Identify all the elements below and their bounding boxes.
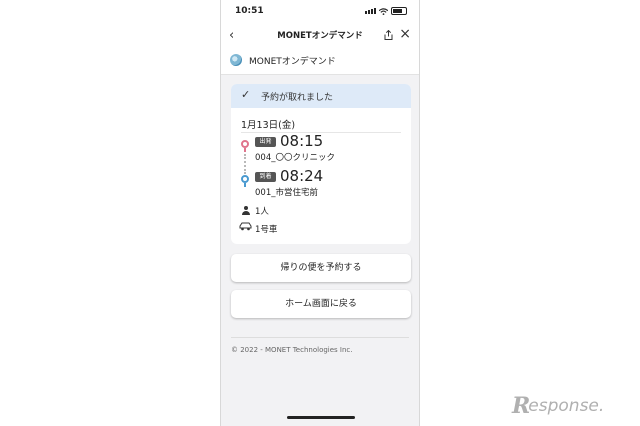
arrival-stop: 001_市営住宅前 [255, 188, 318, 198]
home-indicator[interactable] [287, 416, 355, 419]
close-icon[interactable]: × [399, 26, 411, 42]
status-bar: 10:51 [221, 0, 419, 22]
check-icon: ✓ [241, 88, 251, 101]
confirmation-text: 予約が取れました [261, 93, 334, 103]
reservation-card: ✓ 予約が取れました 1月13日(金) 出発 08:15 004_〇〇クリニック… [231, 84, 411, 244]
departure-pin-stem [244, 148, 246, 152]
arrival-time: 08:24 [280, 167, 324, 185]
reservation-date: 1月13日(金) [241, 120, 296, 131]
copyright-text: © 2022 - MONET Technologies Inc. [231, 346, 353, 354]
departure-tag: 出発 [255, 137, 276, 147]
app-name: MONETオンデマンド [249, 57, 336, 67]
back-to-home-button[interactable]: ホーム画面に戻る [231, 290, 411, 318]
app-header: MONETオンデマンド [221, 48, 419, 75]
arrival-pin-stem [244, 183, 246, 187]
vehicle-number: 1号車 [255, 225, 278, 235]
departure-stop: 004_〇〇クリニック [255, 153, 335, 163]
book-return-trip-button[interactable]: 帰りの便を予約する [231, 254, 411, 282]
share-icon[interactable] [384, 30, 393, 40]
battery-icon [391, 7, 407, 15]
response-watermark: R esponse. [512, 393, 604, 419]
signal-icon [365, 8, 376, 14]
navigation-bar: ‹ MONETオンデマンド × [221, 22, 419, 48]
monet-logo-icon [230, 54, 242, 66]
arrival-pin-icon [241, 175, 249, 183]
confirmation-banner: ✓ 予約が取れました [231, 84, 411, 108]
arrival-tag: 到着 [255, 172, 276, 182]
route-dotted-line [244, 154, 246, 174]
phone-screen: 10:51 ‹ MONETオンデマンド × MONETオンデマンド ✓ 予約が取… [220, 0, 420, 426]
person-icon [241, 206, 251, 215]
status-time: 10:51 [235, 6, 264, 16]
departure-time: 08:15 [280, 132, 324, 150]
footer-divider [231, 337, 409, 338]
passenger-count: 1人 [255, 207, 269, 217]
wifi-icon [379, 7, 388, 15]
watermark-text: esponse. [528, 396, 605, 416]
status-icons [365, 7, 407, 15]
departure-pin-icon [241, 140, 249, 148]
car-icon [239, 222, 252, 231]
